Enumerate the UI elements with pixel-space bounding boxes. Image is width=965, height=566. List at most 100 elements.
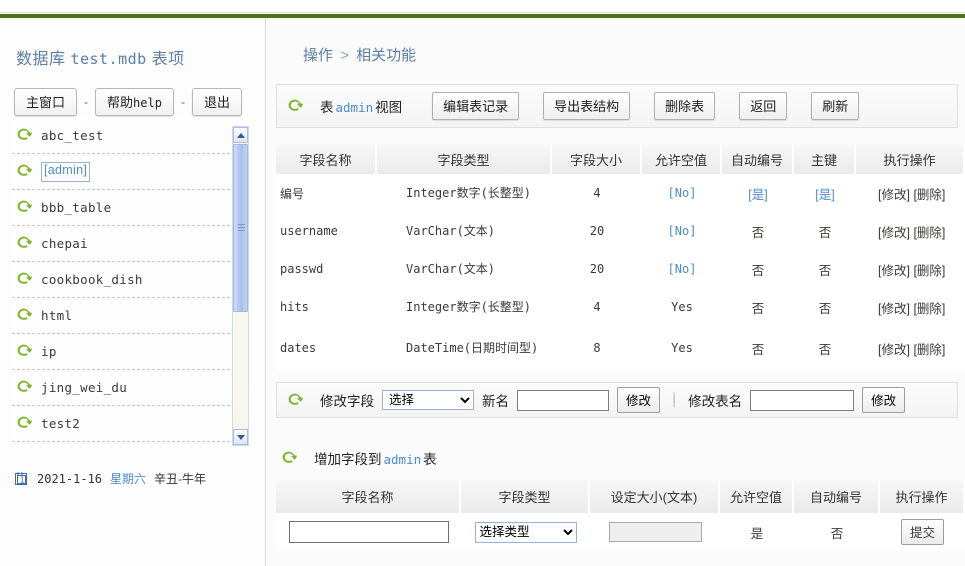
table-list-scrollbar[interactable] <box>232 126 249 446</box>
fields-table-column-header: 字段大小 <box>552 144 642 174</box>
field-autonum-value: 否 <box>752 298 765 317</box>
new-field-size-input[interactable] <box>609 522 702 542</box>
field-autonum-cell: 否 <box>722 295 794 320</box>
field-name-value: username <box>276 224 338 238</box>
svg-text:1: 1 <box>20 475 25 484</box>
field-nullable-value[interactable]: [No] <box>668 262 697 276</box>
fields-table-body: 编号Integer数字(长整型)4[No][是][是][修改] [删除]user… <box>276 174 965 370</box>
row-edit-link[interactable]: [修改] <box>878 188 910 202</box>
field-nullable-value[interactable]: [No] <box>668 224 697 238</box>
delete-table-button[interactable]: 删除表 <box>654 92 715 120</box>
field-type-cell: Integer数字(长整型) <box>377 183 552 204</box>
add-field-column-header: 字段类型 <box>461 480 590 513</box>
row-edit-link[interactable]: [修改] <box>878 302 910 316</box>
field-actions-cell: [修改] [删除] <box>856 219 965 244</box>
table-list-item[interactable]: jing_wei_du <box>12 370 230 406</box>
table-list-item[interactable]: cookbook_dish <box>12 262 230 298</box>
breadcrumb-item-functions: 相关功能 <box>356 47 416 64</box>
field-autonum-value[interactable]: [是] <box>748 184 767 203</box>
export-structure-button[interactable]: 导出表结构 <box>543 92 630 120</box>
edit-records-button[interactable]: 编辑表记录 <box>432 92 519 120</box>
current-table-name: admin <box>334 100 376 115</box>
field-type-value: Integer数字(长整型) <box>377 186 531 201</box>
field-nullable-value[interactable]: [No] <box>668 186 697 200</box>
main-window-button[interactable]: 主窗口 <box>14 88 77 116</box>
scroll-up-icon[interactable] <box>233 127 248 143</box>
table-row: 编号Integer数字(长整型)4[No][是][是][修改] [删除] <box>276 174 965 212</box>
new-field-name-input[interactable] <box>289 521 449 543</box>
field-nullable-cell: Yes <box>642 338 722 358</box>
fields-table-header: 字段名称字段类型字段大小允许空值自动编号主键执行操作 <box>276 144 965 174</box>
row-actions: [修改] [删除] <box>856 339 945 358</box>
table-view-prefix: 表 <box>320 100 334 115</box>
rename-table-input[interactable] <box>750 390 854 411</box>
new-field-type-select[interactable]: 选择类型VarChar(文本)Integer数字(长整型)DateTime(日期… <box>475 522 577 543</box>
table-list-item[interactable]: ip <box>12 334 230 370</box>
field-nullable-value: Yes <box>671 341 693 355</box>
table-list-item[interactable]: html <box>12 298 230 334</box>
field-size-cell: 4 <box>552 297 642 317</box>
add-field-input-row: 选择类型VarChar(文本)Integer数字(长整型)DateTime(日期… <box>276 513 965 551</box>
field-autonum-cell: 否 <box>722 257 794 282</box>
field-autonum-cell: 否 <box>722 219 794 244</box>
table-list-item-label: ip <box>41 344 57 359</box>
database-name: test.mdb <box>70 50 146 68</box>
nav-separator-1: - <box>84 95 88 109</box>
help-button[interactable]: 帮助help <box>95 88 174 116</box>
table-list-item[interactable]: abc_test <box>12 118 230 154</box>
field-actions-cell: [修改] [删除] <box>856 336 965 361</box>
help-label: 帮助 <box>107 95 133 110</box>
row-actions: [修改] [删除] <box>856 184 945 203</box>
new-name-input[interactable] <box>517 390 609 411</box>
scroll-down-icon[interactable] <box>233 429 248 445</box>
logout-label: 退出 <box>204 95 230 110</box>
field-name-cell: username <box>276 221 377 241</box>
row-edit-link[interactable]: [修改] <box>878 226 910 240</box>
fields-table-column-header: 主键 <box>794 144 856 174</box>
table-list-item[interactable]: chepai <box>12 226 230 262</box>
modify-field-label: 修改字段 <box>320 390 374 410</box>
arrow-bullet-icon <box>16 271 32 286</box>
field-autonum-value: 否 <box>752 339 765 358</box>
table-list-item[interactable]: bbb_table <box>12 190 230 226</box>
main-window-label: 主窗口 <box>26 95 65 110</box>
add-field-table: 字段名称字段类型设定大小(文本)允许空值自动编号执行操作 选择类型VarChar… <box>276 480 965 551</box>
modify-field-button[interactable]: 修改 <box>617 387 660 413</box>
field-pk-value[interactable]: [是] <box>815 184 834 203</box>
arrow-bullet-icon <box>16 415 32 430</box>
table-list-item[interactable]: [admin] <box>12 154 230 190</box>
row-edit-link[interactable]: [修改] <box>878 343 910 357</box>
nav-separator-2: - <box>181 95 185 109</box>
table-list-item[interactable]: test2 <box>12 406 230 442</box>
refresh-button[interactable]: 刷新 <box>811 92 859 120</box>
arrow-bullet-icon <box>281 450 297 465</box>
field-name-cell: passwd <box>276 259 377 279</box>
field-select[interactable]: 选择编号usernamepasswdhitsdates <box>382 390 474 410</box>
field-size-value: 4 <box>593 300 600 314</box>
main-panel: 操作 > 相关功能 表admin视图 编辑表记录 导出表结构 删除表 返 <box>267 18 965 566</box>
back-button[interactable]: 返回 <box>739 92 787 120</box>
new-field-autonum-value: 否 <box>794 520 880 545</box>
add-field-column-header: 自动编号 <box>794 480 880 513</box>
table-row: passwdVarChar(文本)20[No]否否[修改] [删除] <box>276 250 965 288</box>
row-delete-link[interactable]: [删除] <box>913 226 945 240</box>
arrow-bullet-icon <box>16 235 32 250</box>
rename-table-button[interactable]: 修改 <box>862 387 905 413</box>
breadcrumb: 操作 > 相关功能 <box>303 44 416 65</box>
table-list-item-label: chepai <box>41 236 88 251</box>
scrollbar-thumb[interactable] <box>233 144 248 312</box>
field-type-cell: Integer数字(长整型) <box>377 297 552 318</box>
add-field-column-header: 设定大小(文本) <box>590 480 720 513</box>
field-name-cell: dates <box>276 338 377 358</box>
row-delete-link[interactable]: [删除] <box>913 343 945 357</box>
field-pk-value: 否 <box>819 298 832 317</box>
logout-button[interactable]: 退出 <box>192 88 242 116</box>
breadcrumb-item-operation: 操作 <box>303 47 333 64</box>
row-edit-link[interactable]: [修改] <box>878 264 910 278</box>
submit-add-field-button[interactable]: 提交 <box>901 519 944 545</box>
row-delete-link[interactable]: [删除] <box>913 302 945 316</box>
row-delete-link[interactable]: [删除] <box>913 264 945 278</box>
field-name-value: dates <box>276 341 316 355</box>
add-field-suffix: 表 <box>423 452 437 467</box>
row-delete-link[interactable]: [删除] <box>913 188 945 202</box>
